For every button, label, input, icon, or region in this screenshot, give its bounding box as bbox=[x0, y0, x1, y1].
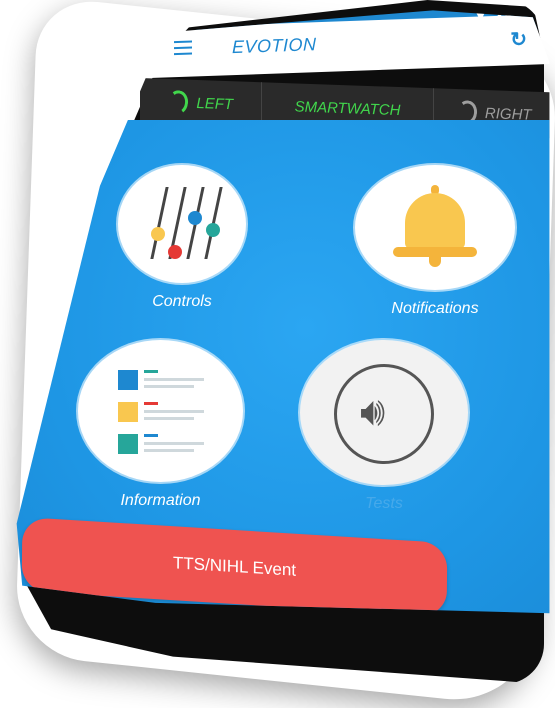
app-bar: EVOTION ↻ bbox=[150, 13, 550, 79]
tile-information-label: Information bbox=[120, 492, 201, 509]
tile-tests[interactable]: 🔊︎ Tests bbox=[300, 340, 468, 513]
ear-left-icon bbox=[166, 88, 191, 117]
tile-tests-label: Tests bbox=[365, 495, 403, 512]
tile-notifications[interactable]: Notifications bbox=[355, 165, 515, 318]
hamburger-menu-icon[interactable] bbox=[174, 40, 192, 56]
app-title: EVOTION bbox=[232, 34, 317, 58]
bell-icon bbox=[355, 165, 515, 290]
tab-left-label: LEFT bbox=[196, 94, 234, 113]
tile-information[interactable]: Information bbox=[78, 340, 243, 510]
tile-notifications-label: Notifications bbox=[391, 300, 479, 317]
tile-controls-label: Controls bbox=[152, 293, 212, 310]
speaker-icon: 🔊︎ bbox=[300, 340, 468, 485]
tile-controls[interactable]: Controls bbox=[118, 165, 246, 311]
sliders-icon bbox=[118, 165, 246, 283]
phone-screen: ▼◢▮ EVOTION ↻ LEFT SMARTWATCH RIGHT bbox=[16, 10, 550, 614]
list-icon bbox=[78, 340, 243, 482]
phone-device: ▼◢▮ EVOTION ↻ LEFT SMARTWATCH RIGHT bbox=[0, 0, 555, 689]
refresh-icon[interactable]: ↻ bbox=[510, 27, 527, 53]
tab-smartwatch-label: SMARTWATCH bbox=[294, 97, 401, 119]
